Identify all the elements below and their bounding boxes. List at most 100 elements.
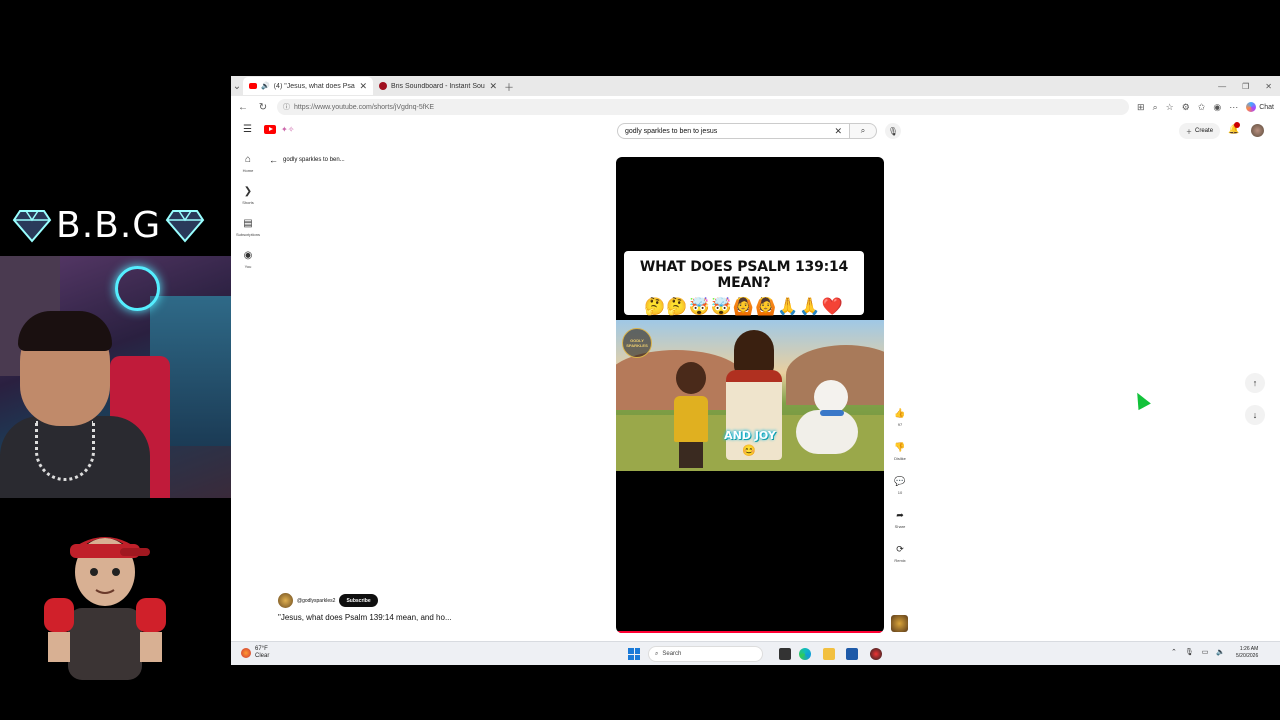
favorite-star-icon[interactable]: ☆ <box>1166 102 1174 113</box>
network-icon[interactable]: ▭ <box>1202 648 1209 656</box>
masthead: ☰ ✦✧ godly sparkles to ben to jesus ✕ ⌕ … <box>231 118 1280 144</box>
comments-icon: 💬 <box>894 476 906 486</box>
back-arrow-icon: ← <box>269 155 278 165</box>
guide-item-subscriptions[interactable]: ▤ Subscriptions <box>231 212 265 244</box>
obs-app-icon[interactable] <box>870 648 882 660</box>
channel-name[interactable]: @godlysparkles2 <box>297 598 335 604</box>
previous-short-button[interactable]: ↑ <box>1245 373 1265 393</box>
caption-title: WHAT DOES PSALM 139:14 MEAN? <box>639 259 849 291</box>
audio-playing-icon[interactable]: 🔊 <box>261 82 270 90</box>
close-icon[interactable]: ✕ <box>489 81 497 92</box>
file-explorer-icon[interactable] <box>823 648 835 660</box>
guide-item-you[interactable]: ◉ You <box>231 244 265 276</box>
weather-widget[interactable]: 67°F Clear <box>241 646 269 660</box>
weather-desc: Clear <box>255 653 270 659</box>
account-avatar[interactable] <box>1251 124 1264 137</box>
like-button[interactable]: 👍 97 <box>890 408 910 442</box>
search-input[interactable]: godly sparkles to ben to jesus ✕ <box>617 123 850 139</box>
webcam-feed <box>0 256 231 498</box>
shorts-icon: ❯ <box>243 186 253 197</box>
lamb-figure <box>796 380 866 465</box>
start-button[interactable] <box>628 648 640 660</box>
doodle-icon[interactable]: ✦✧ <box>281 125 294 134</box>
remix-icon: ⟳ <box>896 544 904 554</box>
youtube-logo-icon[interactable] <box>264 125 276 134</box>
remix-button[interactable]: ⟳ Remix <box>890 544 910 578</box>
new-tab-icon[interactable]: ＋ <box>503 79 515 94</box>
favorites-icon[interactable]: ✩ <box>1198 102 1206 113</box>
dislike-button[interactable]: 👎 Dislike <box>890 442 910 476</box>
weather-icon <box>241 648 251 658</box>
back-link-label: godly sparkles to ben... <box>283 157 345 163</box>
windows-taskbar: 67°F Clear ⌕ Search ⌃ 🎙 ▭ 🔈 1:26 AM 5/20… <box>231 641 1280 665</box>
url-text: https://www.youtube.com/shorts/jVgdnq-5f… <box>294 103 435 111</box>
cartoon-avatar <box>44 537 166 680</box>
tab-strip: ⌄ 🔊 (4) "Jesus, what does Psalm 1 ✕ Bris… <box>231 76 1280 96</box>
volume-icon[interactable]: 🔈 <box>1216 648 1225 656</box>
tab-bris-soundboard[interactable]: Bris Soundboard - Instant Sound ✕ <box>373 77 503 95</box>
action-bar: 👍 97 👎 Dislike 💬 10 ➦ Share ⟳ Remix <box>890 408 910 578</box>
youtube-favicon-icon <box>249 83 257 89</box>
taskbar-search[interactable]: ⌕ Search <box>648 646 763 662</box>
back-to-search-link[interactable]: ← godly sparkles to ben... <box>269 155 345 165</box>
refresh-icon[interactable]: ↻ <box>257 102 269 113</box>
comments-button[interactable]: 💬 10 <box>890 476 910 510</box>
notification-badge <box>1234 122 1240 128</box>
edge-browser-icon[interactable] <box>799 648 811 660</box>
share-button[interactable]: ➦ Share <box>890 510 910 544</box>
browser-window: ⌄ 🔊 (4) "Jesus, what does Psalm 1 ✕ Bris… <box>231 76 1280 665</box>
clear-search-icon[interactable]: ✕ <box>834 126 842 137</box>
bris-favicon-icon <box>379 82 387 90</box>
close-icon[interactable]: ✕ <box>359 81 367 92</box>
minimize-icon[interactable]: — <box>1218 82 1226 91</box>
voice-search-button[interactable]: 🎙 <box>885 123 901 139</box>
taskbar-clock[interactable]: 1:26 AM 5/20/2026 <box>1236 646 1258 660</box>
store-icon[interactable] <box>846 648 858 660</box>
back-icon[interactable]: ← <box>237 102 249 113</box>
next-short-button[interactable]: ↓ <box>1245 405 1265 425</box>
sound-channel-thumbnail[interactable] <box>891 615 908 632</box>
restore-icon[interactable]: ❐ <box>1242 82 1249 91</box>
video-subtitle-emoji: 😊 <box>742 445 756 457</box>
url-field[interactable]: ⓘ https://www.youtube.com/shorts/jVgdnq-… <box>277 99 1130 115</box>
progress-bar[interactable] <box>616 631 884 633</box>
site-info-icon[interactable]: ⓘ <box>283 102 290 112</box>
video-title[interactable]: "Jesus, what does Psalm 139:14 mean, and… <box>278 613 452 622</box>
brand-text: B.B.G <box>56 204 162 246</box>
guide-label: You <box>244 264 252 269</box>
menu-icon[interactable]: ☰ <box>243 124 252 135</box>
subscriptions-icon: ▤ <box>243 218 253 229</box>
video-frame-scene: GODLY SPARKLES AND JOY 😊 <box>616 320 884 471</box>
task-view-icon[interactable] <box>779 648 791 660</box>
guide-item-shorts[interactable]: ❯ Shorts <box>231 180 265 212</box>
share-icon: ➦ <box>896 510 904 520</box>
profile-icon[interactable]: ◉ <box>1213 102 1221 113</box>
window-close-icon[interactable]: ✕ <box>1265 82 1272 91</box>
caption-emojis: 🤔🤔🤯🤯🙆🙆🙏🙏❤️ <box>644 297 844 316</box>
guide-label: Subscriptions <box>235 232 260 237</box>
window-controls: — ❐ ✕ <box>1218 82 1280 91</box>
shorts-player[interactable]: WHAT DOES PSALM 139:14 MEAN? 🤔🤔🤯🤯🙆🙆🙏🙏❤️ <box>616 157 884 633</box>
create-button[interactable]: ＋ Create <box>1179 123 1221 139</box>
diamond-right-icon <box>165 210 205 243</box>
copilot-chat-button[interactable]: Chat <box>1246 102 1274 112</box>
video-subtitle: AND JOY <box>724 429 776 442</box>
zoom-icon[interactable]: ⌕ <box>1153 102 1158 113</box>
boy-figure <box>671 362 711 470</box>
home-icon: ⌂ <box>244 154 252 165</box>
channel-avatar[interactable] <box>278 593 293 608</box>
extension-icon[interactable]: ⚙ <box>1182 102 1190 113</box>
microphone-tray-icon[interactable]: 🎙 <box>1185 648 1194 656</box>
subscribe-button[interactable]: Subscribe <box>339 594 378 607</box>
tab-youtube-short[interactable]: 🔊 (4) "Jesus, what does Psalm 1 ✕ <box>243 77 373 95</box>
guide-item-home[interactable]: ⌂ Home <box>231 148 265 180</box>
apps-icon[interactable]: ⊞ <box>1137 102 1145 113</box>
plus-icon: ＋ <box>1186 129 1193 136</box>
guide-label: Shorts <box>242 200 254 205</box>
search-button[interactable]: ⌕ <box>850 123 877 139</box>
channel-watermark-logo: GODLY SPARKLES <box>622 328 652 358</box>
tray-chevron-icon[interactable]: ⌃ <box>1171 648 1177 656</box>
more-icon[interactable]: ⋯ <box>1229 102 1238 113</box>
taskbar-search-label: Search <box>662 651 682 657</box>
tab-list-chevron-icon[interactable]: ⌄ <box>231 81 243 92</box>
